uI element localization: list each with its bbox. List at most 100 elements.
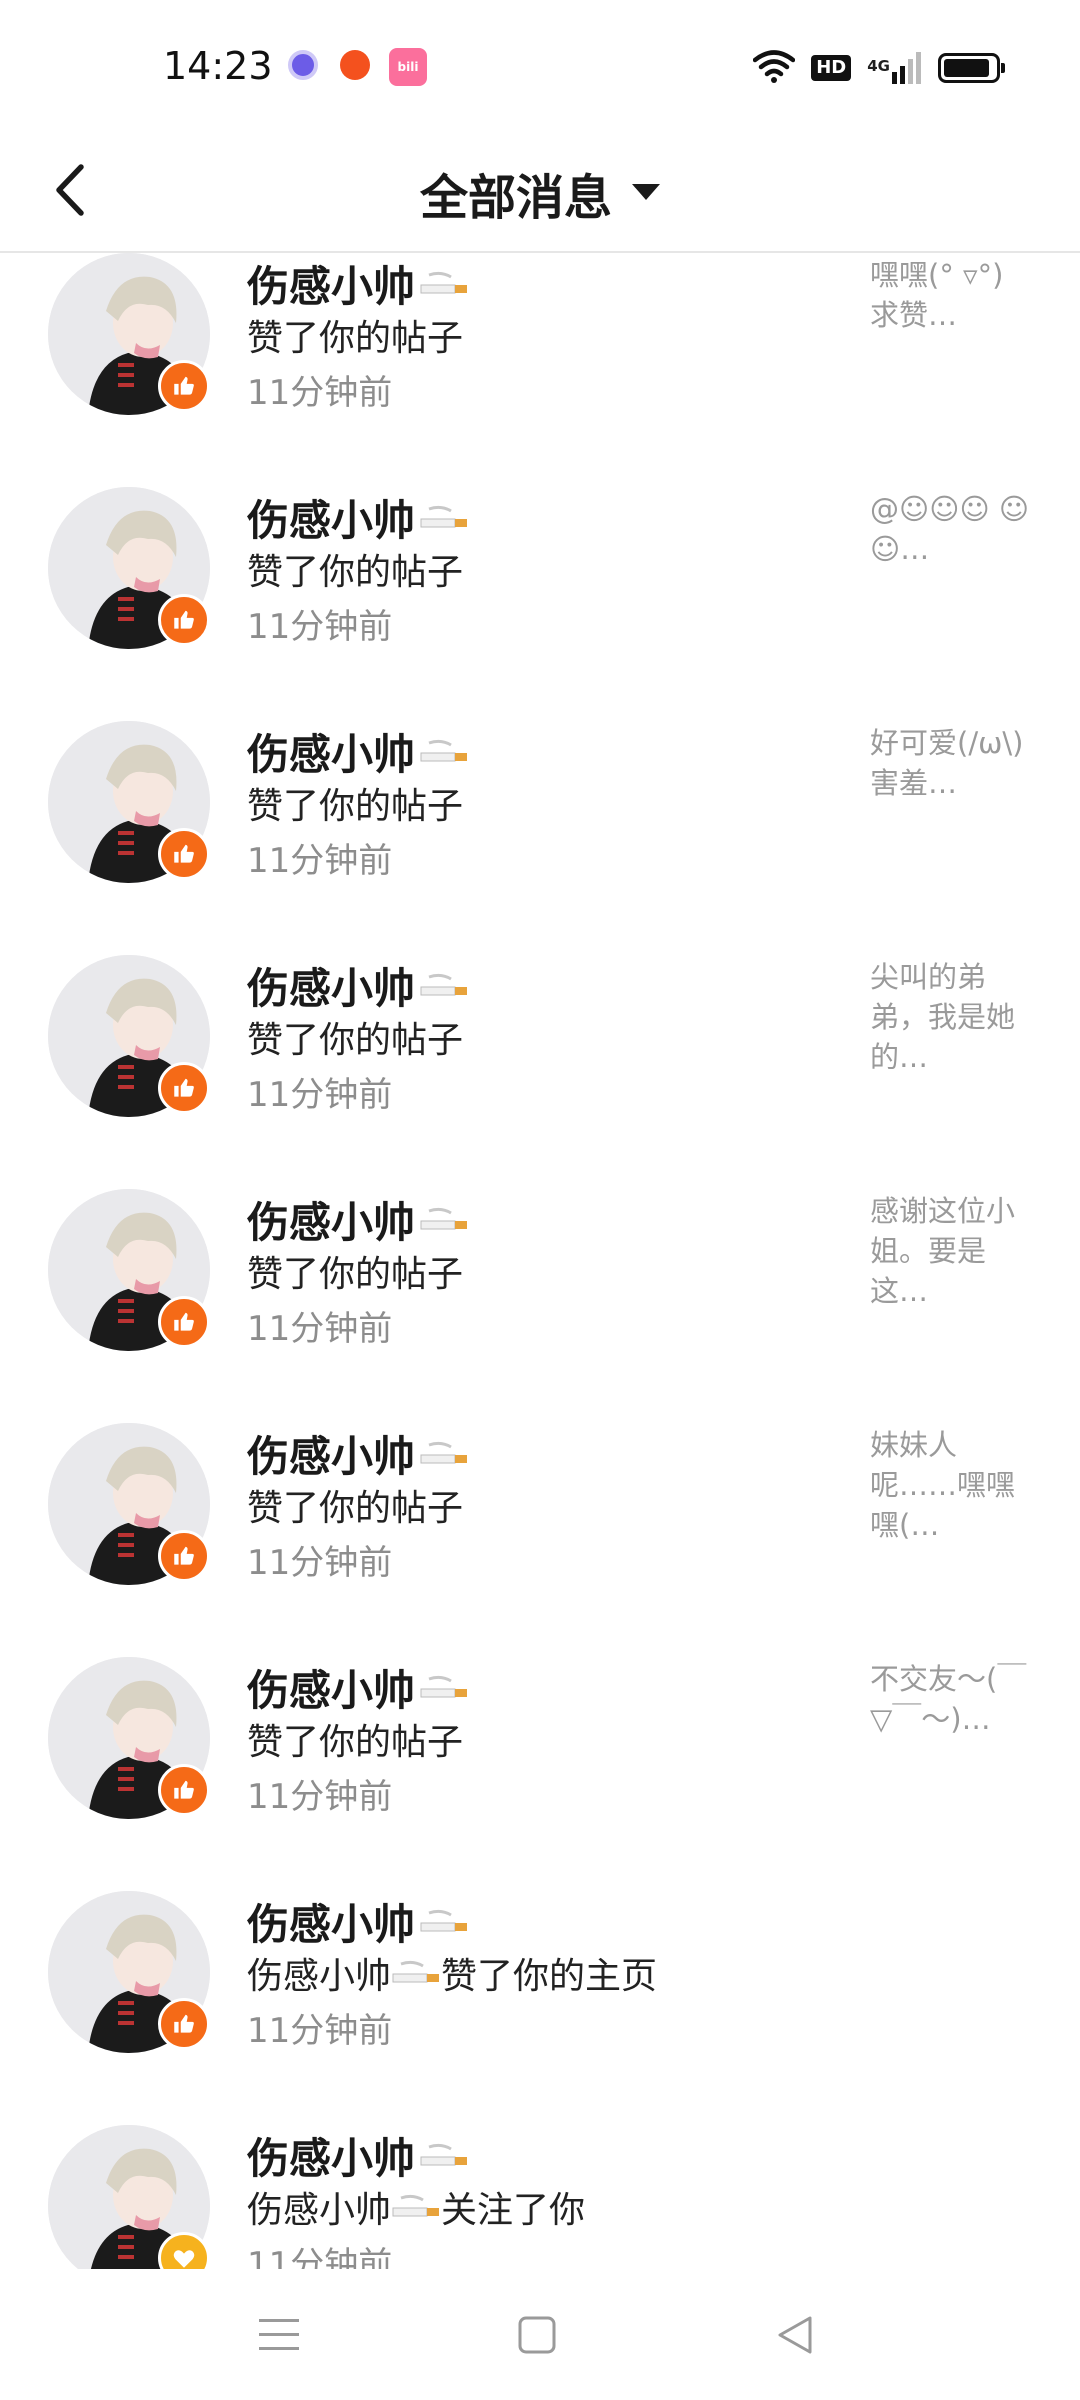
header: 全部消息 bbox=[0, 135, 1080, 253]
post-preview[interactable]: 尖叫的弟弟，我是她的… bbox=[870, 957, 1030, 1077]
cigarette-emoji-icon bbox=[419, 503, 469, 533]
home-nav-button[interactable] bbox=[497, 2295, 577, 2375]
user-name-text: 伤感小帅 bbox=[247, 262, 416, 311]
timestamp: 11分钟前 bbox=[247, 1309, 393, 1349]
action-label: 赞了你的帖子 bbox=[247, 1254, 464, 1295]
status-bar: 14:23 bili HD 4G bbox=[0, 0, 1080, 135]
user-name[interactable]: 伤感小帅 bbox=[247, 487, 469, 548]
user-name-text: 伤感小帅 bbox=[247, 1432, 416, 1481]
screen: 14:23 bili HD 4G 全部消息 伤感小帅 赞了你的帖子 11分钟前 … bbox=[0, 0, 1080, 2400]
app-notification-icon bbox=[288, 50, 318, 80]
menu-icon bbox=[259, 2319, 299, 2350]
cigarette-emoji-icon bbox=[419, 269, 469, 299]
message-item[interactable]: 伤感小帅 赞了你的帖子 11分钟前 嘿嘿(° ▿°) 求赞… bbox=[0, 253, 1080, 487]
message-item[interactable]: 伤感小帅 赞了你的帖子 11分钟前 尖叫的弟弟，我是她的… bbox=[0, 955, 1080, 1189]
action-label: 赞了你的帖子 bbox=[247, 318, 464, 359]
thumbs-up-icon bbox=[171, 373, 197, 399]
menu-nav-button[interactable] bbox=[239, 2295, 319, 2375]
like-badge bbox=[158, 1998, 210, 2050]
action-text: 伤感小帅 关注了你 bbox=[247, 2181, 585, 2233]
caret-down-icon bbox=[632, 184, 660, 200]
back-nav-button[interactable] bbox=[755, 2295, 835, 2375]
message-list[interactable]: 伤感小帅 赞了你的帖子 11分钟前 嘿嘿(° ▿°) 求赞… 伤感小帅 赞了你的… bbox=[0, 253, 1080, 2269]
action-label: 赞了你的帖子 bbox=[247, 1722, 464, 1763]
message-item[interactable]: 伤感小帅 伤感小帅 关注了你 11分钟前 bbox=[0, 2125, 1080, 2269]
message-item[interactable]: 伤感小帅 赞了你的帖子 11分钟前 感谢这位小姐。要是这… bbox=[0, 1189, 1080, 1423]
action-text: 赞了你的帖子 bbox=[247, 777, 463, 829]
timestamp: 11分钟前 bbox=[247, 841, 393, 881]
cigarette-emoji-icon bbox=[419, 1673, 469, 1703]
battery-icon bbox=[938, 53, 1005, 83]
user-name[interactable]: 伤感小帅 bbox=[247, 1657, 469, 1718]
action-text: 赞了你的帖子 bbox=[247, 543, 463, 595]
post-preview[interactable]: 感谢这位小姐。要是这… bbox=[870, 1191, 1030, 1311]
user-name-text: 伤感小帅 bbox=[247, 496, 416, 545]
timestamp: 11分钟前 bbox=[247, 1543, 393, 1583]
post-preview[interactable]: 妹妹人呢……嘿嘿嘿(… bbox=[870, 1425, 1030, 1545]
user-name-text: 伤感小帅 bbox=[247, 1198, 416, 1247]
cigarette-emoji-icon bbox=[419, 971, 469, 1001]
thumbs-up-icon bbox=[171, 1309, 197, 1335]
like-badge bbox=[158, 1062, 210, 1114]
user-name-text: 伤感小帅 bbox=[247, 2134, 416, 2183]
thumbs-up-icon bbox=[171, 1777, 197, 1803]
action-text: 伤感小帅 赞了你的主页 bbox=[247, 1947, 657, 1999]
user-name[interactable]: 伤感小帅 bbox=[247, 1891, 469, 1952]
action-label: 赞了你的帖子 bbox=[247, 786, 464, 827]
cigarette-emoji-icon bbox=[419, 2141, 469, 2171]
user-name-text: 伤感小帅 bbox=[247, 1666, 416, 1715]
user-name[interactable]: 伤感小帅 bbox=[247, 253, 469, 314]
hd-badge: HD bbox=[811, 55, 852, 81]
action-text: 赞了你的帖子 bbox=[247, 1713, 463, 1765]
cigarette-emoji-icon bbox=[391, 2192, 441, 2222]
like-badge bbox=[158, 1296, 210, 1348]
user-name-text: 伤感小帅 bbox=[247, 964, 416, 1013]
action-text: 赞了你的帖子 bbox=[247, 309, 463, 361]
thumbs-up-icon bbox=[171, 2011, 197, 2037]
post-preview[interactable]: 好可爱(/ω\)害羞… bbox=[870, 723, 1030, 803]
user-name[interactable]: 伤感小帅 bbox=[247, 2125, 469, 2186]
message-item[interactable]: 伤感小帅 赞了你的帖子 11分钟前 好可爱(/ω\)害羞… bbox=[0, 721, 1080, 955]
heart-icon bbox=[171, 2245, 197, 2269]
cellular-signal-icon: 4G bbox=[867, 52, 922, 84]
post-preview[interactable]: @☺☺☺ ☺☺… bbox=[870, 489, 1030, 569]
status-time: 14:23 bbox=[163, 44, 273, 88]
page-title: 全部消息 bbox=[419, 170, 612, 226]
like-badge bbox=[158, 594, 210, 646]
action-label: 赞了你的帖子 bbox=[247, 1020, 464, 1061]
post-preview[interactable]: 嘿嘿(° ▿°) 求赞… bbox=[870, 255, 1030, 335]
like-badge bbox=[158, 1530, 210, 1582]
user-name-text: 伤感小帅 bbox=[247, 1900, 416, 1949]
user-name[interactable]: 伤感小帅 bbox=[247, 1189, 469, 1250]
message-filter-dropdown[interactable]: 全部消息 bbox=[0, 135, 1080, 251]
user-name[interactable]: 伤感小帅 bbox=[247, 1423, 469, 1484]
message-item[interactable]: 伤感小帅 伤感小帅 赞了你的主页 11分钟前 bbox=[0, 1891, 1080, 2125]
action-label: 关注了你 bbox=[441, 2190, 586, 2231]
action-text: 赞了你的帖子 bbox=[247, 1011, 463, 1063]
wifi-icon bbox=[752, 49, 796, 87]
cigarette-emoji-icon bbox=[391, 1958, 441, 1988]
thumbs-up-icon bbox=[171, 841, 197, 867]
thumbs-up-icon bbox=[171, 1543, 197, 1569]
timestamp: 11分钟前 bbox=[247, 2011, 393, 2051]
action-label: 赞了你的主页 bbox=[441, 1956, 658, 1997]
action-prefix: 伤感小帅 bbox=[247, 2190, 392, 2231]
user-name-text: 伤感小帅 bbox=[247, 730, 416, 779]
message-item[interactable]: 伤感小帅 赞了你的帖子 11分钟前 @☺☺☺ ☺☺… bbox=[0, 487, 1080, 721]
timestamp: 11分钟前 bbox=[247, 373, 393, 413]
like-badge bbox=[158, 828, 210, 880]
battery-level bbox=[944, 59, 989, 77]
cigarette-emoji-icon bbox=[419, 737, 469, 767]
thumbs-up-icon bbox=[171, 607, 197, 633]
message-item[interactable]: 伤感小帅 赞了你的帖子 11分钟前 妹妹人呢……嘿嘿嘿(… bbox=[0, 1423, 1080, 1657]
cigarette-emoji-icon bbox=[419, 1907, 469, 1937]
triangle-back-icon bbox=[778, 2316, 812, 2354]
network-type-label: 4G bbox=[867, 57, 890, 75]
square-icon bbox=[518, 2316, 556, 2354]
user-name[interactable]: 伤感小帅 bbox=[247, 721, 469, 782]
message-item[interactable]: 伤感小帅 赞了你的帖子 11分钟前 不交友～(￣▽￣～)… bbox=[0, 1657, 1080, 1891]
user-name[interactable]: 伤感小帅 bbox=[247, 955, 469, 1016]
timestamp: 11分钟前 bbox=[247, 1777, 393, 1817]
post-preview[interactable]: 不交友～(￣▽￣～)… bbox=[870, 1659, 1030, 1739]
thumbs-up-icon bbox=[171, 1075, 197, 1101]
